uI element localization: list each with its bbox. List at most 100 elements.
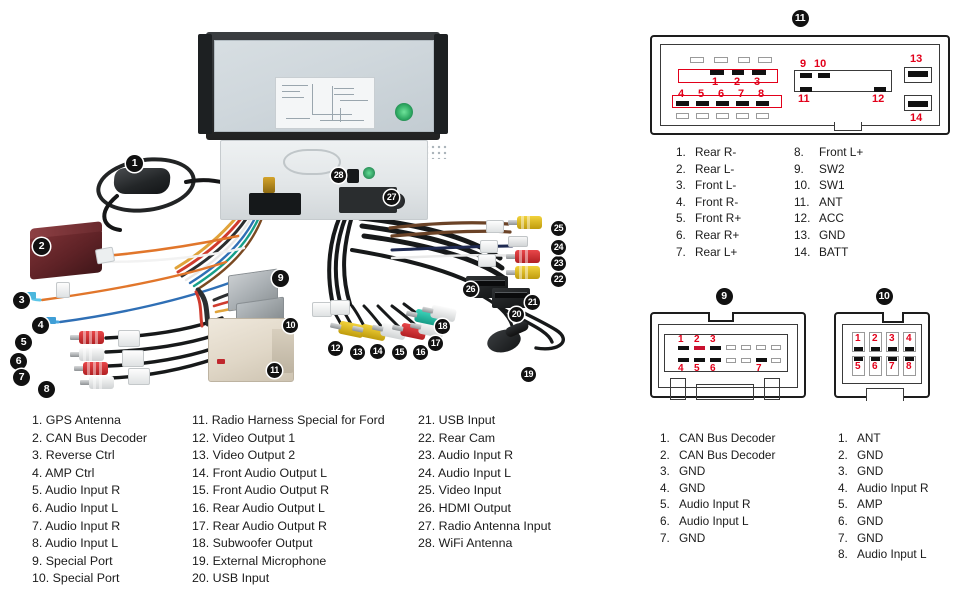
decoder-output-plug: [94, 246, 116, 265]
rca-pin: [391, 324, 404, 332]
pin-open: [738, 57, 750, 63]
head-unit-chassis: [220, 140, 428, 220]
pin-3: [888, 347, 897, 351]
usb-port-block-2: [492, 288, 530, 308]
gps-antenna-dome: [113, 168, 171, 194]
rca-video-input: [508, 216, 542, 229]
pin-2: [694, 346, 705, 350]
harness-housing-a: [118, 330, 140, 347]
legend-item: 9. Special Port: [32, 553, 113, 568]
callout-badge-18: 18: [435, 319, 450, 334]
callout-badge-15: 15: [392, 345, 407, 360]
legend-item: 14. Front Audio Output L: [192, 465, 328, 480]
callout-badge-6: 6: [10, 353, 27, 370]
legend-column-3: 21. USB Input 22. Rear Cam 23. Audio Input…: [418, 412, 551, 553]
rca-audio-input-r-plug: [506, 250, 540, 263]
pin-12: [874, 87, 886, 92]
harness-housing-b: [122, 350, 144, 367]
legend-item: 22. Rear Cam: [418, 430, 496, 445]
wiring-diagram-page: 1 2 3 4 5 6 7 8 9 10 11 12 13 14 15 16 17 18 19 20 21 22 23 24 2…: [0, 0, 970, 600]
pin-6: [716, 101, 729, 106]
rca-audio-input-r-2: [74, 362, 108, 375]
connector-9-diagram: 9 1 2 3 4 5 6 7: [650, 287, 810, 408]
connector-9-key-notch: [708, 312, 734, 322]
pin-1: [854, 347, 863, 351]
connector-11-shell: 1 2 3 4 5 6 7 8 9 10 11 12 13 14: [650, 35, 950, 135]
connector-9-tab-center: [696, 384, 754, 400]
rca-audio-input-l-2: [80, 376, 114, 389]
callout-badge-7: 7: [13, 369, 30, 386]
rca-pin: [409, 322, 422, 330]
legend-item: 17. Rear Audio Output R: [192, 518, 328, 533]
legend-item: 16. Rear Audio Output L: [192, 500, 325, 515]
pin-5: [696, 101, 709, 106]
callout-badge-1: 1: [126, 155, 143, 172]
pin-9: [800, 73, 812, 78]
legend-item: 12. Video Output 1: [192, 430, 296, 445]
pin-7: [756, 358, 767, 362]
callout-badge-8: 8: [38, 381, 55, 398]
legend-column-1: 1. GPS Antenna 2. CAN Bus Decoder 3. Rever…: [32, 412, 147, 588]
callout-badge-28: 28: [331, 168, 346, 183]
connector-10-title: 10: [824, 286, 944, 305]
callout-badge-3: 3: [13, 292, 30, 309]
pin-5: [694, 358, 705, 362]
connector-9-title: 9: [644, 286, 804, 305]
legend-item: 27. Radio Antenna Input: [418, 518, 551, 533]
legend-item: 26. HDMI Output: [418, 500, 511, 515]
pin-open: [676, 113, 689, 119]
wifi-antenna-socket: [347, 169, 359, 183]
sma-antenna-connector: [263, 177, 275, 193]
legend-item: 15. Front Audio Output R: [192, 483, 330, 498]
connector-9-tab-right: [764, 378, 780, 400]
legend-item: 19. External Microphone: [192, 553, 327, 568]
rca-audio-input-l-plug: [508, 236, 528, 247]
rca-barrel: [515, 250, 540, 263]
legend-item: 1. GPS Antenna: [32, 413, 121, 427]
rca-pin: [329, 322, 342, 330]
pin-4: [678, 358, 689, 362]
callout-badge-19: 19: [521, 367, 536, 382]
rca-rear-cam-plug: [506, 266, 540, 279]
callout-badge-11: 11: [267, 363, 282, 378]
pin-2: [871, 347, 880, 351]
usb-slot: [495, 292, 527, 298]
pin-open: [696, 113, 709, 119]
input-housing-b: [480, 240, 498, 253]
pin-open: [771, 358, 781, 363]
connector-11-latch: [217, 359, 225, 364]
connector-11-title: 11: [650, 8, 950, 27]
head-unit-photo: [198, 18, 448, 220]
legend-item: 7. Audio Input R: [32, 518, 121, 533]
connector-9-pinout: 1. CAN Bus Decoder 2. CAN Bus Decoder 3. GN…: [660, 431, 776, 545]
harness-socket-left: [249, 193, 301, 215]
rca-barrel: [515, 266, 540, 279]
pin-10: [818, 73, 830, 78]
green-connector-dot: [363, 167, 375, 179]
callout-badge-9: 9: [272, 270, 289, 287]
connector-9-tab-left: [670, 378, 686, 400]
connector-11-diagram: 11 1 2 3 4 5 6 7 8 9 10 11 12 13 14: [650, 8, 950, 135]
pin-6: [710, 358, 721, 362]
rca-pin: [421, 306, 434, 314]
callout-badge-2: 2: [33, 238, 50, 255]
callout-badge-16: 16: [413, 345, 428, 360]
legend-item: 3. Reverse Ctrl: [32, 448, 115, 463]
callout-badge-25: 25: [551, 221, 566, 236]
callout-badge-22: 22: [551, 272, 566, 287]
status-led: [395, 103, 413, 121]
callout-badge-24: 24: [551, 240, 566, 255]
pin-3: [752, 70, 766, 75]
output-housing-b: [330, 300, 350, 315]
pin-open: [756, 345, 766, 350]
pin-open: [690, 57, 704, 63]
pin-open: [741, 358, 751, 363]
pin-open: [726, 345, 736, 350]
schematic-label: [275, 77, 375, 129]
pin-open: [741, 345, 751, 350]
callout-badge-23: 23: [551, 256, 566, 271]
decoder-box-top: [30, 221, 102, 239]
pin-open: [714, 57, 728, 63]
rca-barrel: [79, 348, 104, 361]
callout-badge-5: 5: [15, 334, 32, 351]
